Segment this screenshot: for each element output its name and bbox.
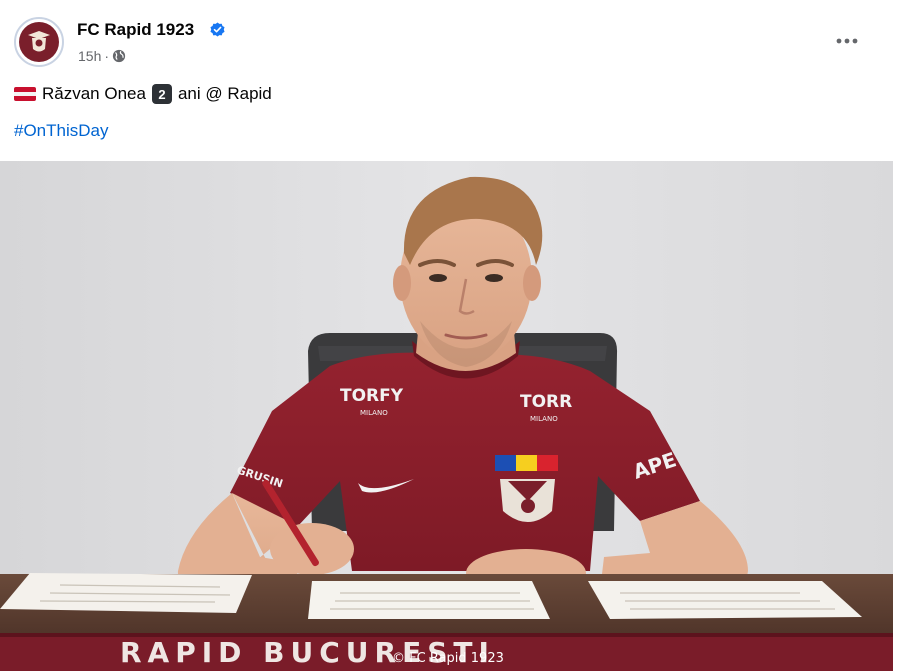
- caption-rest: ani @ Rapid: [177, 84, 272, 103]
- post-time[interactable]: 15h: [78, 48, 101, 64]
- sponsor-right-sub: MILANO: [530, 415, 558, 423]
- more-options-button[interactable]: [826, 26, 868, 56]
- sponsor-right-text: TORR: [520, 392, 572, 412]
- post-header: FC Rapid 1923 15h ·: [0, 0, 893, 72]
- club-logo-icon: [19, 22, 59, 62]
- sponsor-left-text: TORFY: [340, 386, 404, 406]
- photo-watermark: © FC Rapid 1923: [392, 651, 504, 666]
- post-meta: 15h ·: [78, 48, 126, 64]
- sponsor-left-sub: MILANO: [360, 409, 388, 417]
- signing-photo: TORFY MILANO TORR MILANO APE GRUSIN RAPI…: [0, 161, 893, 671]
- facebook-post: FC Rapid 1923 15h · Răzvan Onea 2 ani @ …: [0, 0, 893, 671]
- page-name[interactable]: FC Rapid 1923: [77, 20, 194, 40]
- hashtag-link[interactable]: #OnThisDay: [14, 121, 108, 141]
- post-photo[interactable]: TORFY MILANO TORR MILANO APE GRUSIN RAPI…: [0, 161, 893, 671]
- number-badge: 2: [151, 84, 172, 104]
- page-avatar[interactable]: [14, 17, 64, 67]
- flag-icon: [14, 87, 36, 101]
- caption-player-name: Răzvan Onea: [42, 84, 146, 103]
- post-caption: Răzvan Onea 2 ani @ Rapid: [14, 84, 272, 104]
- globe-icon[interactable]: [112, 49, 126, 63]
- verified-icon: [210, 22, 225, 37]
- more-icon: [836, 38, 858, 44]
- meta-separator: ·: [104, 48, 110, 64]
